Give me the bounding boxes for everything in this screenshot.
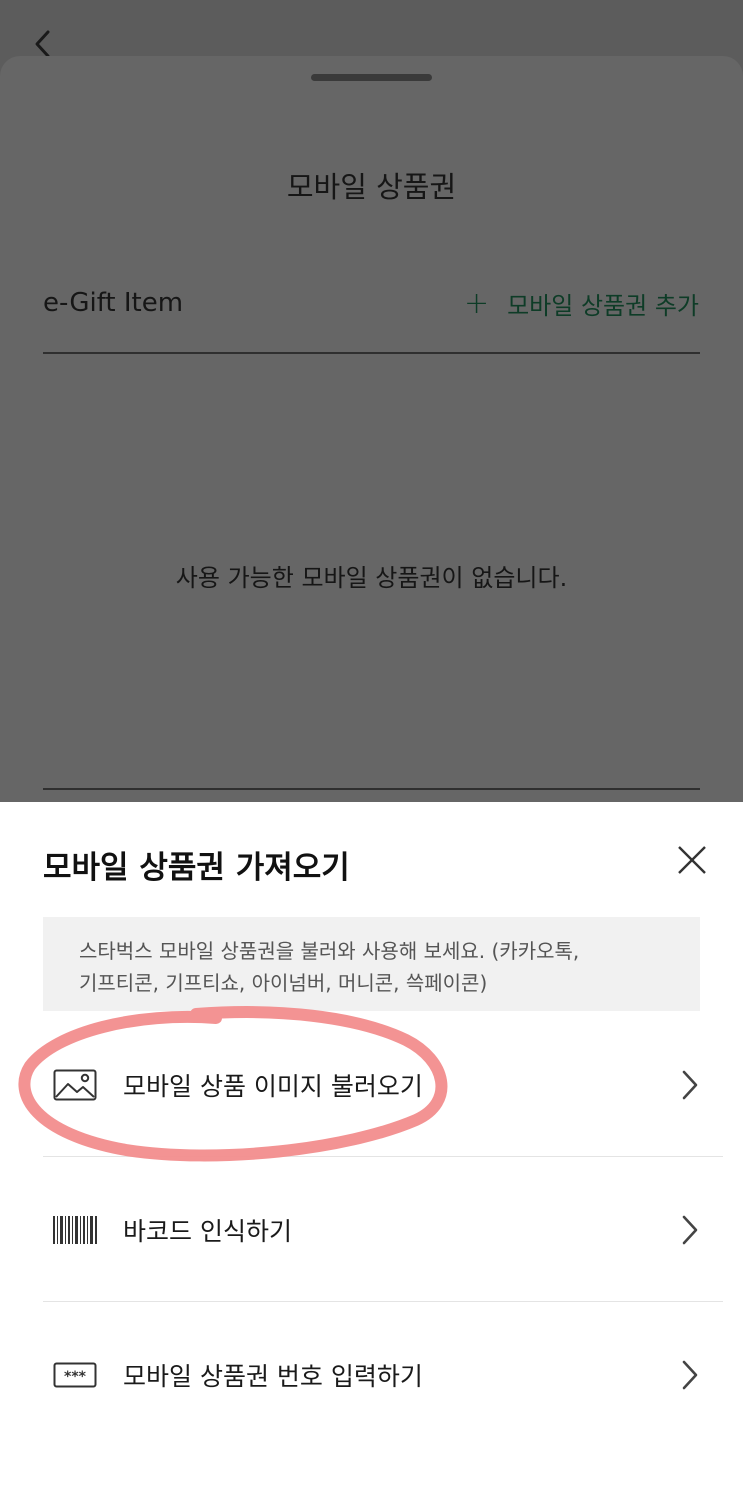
drag-handle[interactable] [311,74,432,81]
add-mobile-gift-button[interactable]: + 모바일 상품권 추가 [464,286,699,321]
add-mobile-gift-label: 모바일 상품권 추가 [507,292,699,320]
load-image-label: 모바일 상품 이미지 불러오기 [123,1071,423,1101]
empty-state-message: 사용 가능한 모바일 상품권이 없습니다. [175,564,568,592]
chevron-right-icon [682,1215,698,1244]
chevron-right-icon [682,1360,698,1389]
image-icon [50,1067,100,1103]
background-screen: 모바일 상품권 e-Gift Item + 모바일 상품권 추가 사용 가능한 … [0,0,743,816]
divider [43,352,700,354]
chevron-right-icon [682,1070,698,1099]
gift-card-sheet: 모바일 상품권 e-Gift Item + 모바일 상품권 추가 사용 가능한 … [0,56,743,816]
divider [43,788,700,790]
enter-code-option[interactable]: *** 모바일 상품권 번호 입력하기 [43,1302,723,1447]
info-notice: 스타벅스 모바일 상품권을 불러와 사용해 보세요. (카카오톡, 기프티콘, … [43,917,700,1011]
plus-icon: + [463,285,490,321]
scan-barcode-label: 바코드 인식하기 [123,1216,292,1246]
page-title: 모바일 상품권 [286,170,457,204]
barcode-icon [50,1212,100,1248]
close-icon[interactable] [674,842,710,878]
import-gift-bottom-sheet: 모바일 상품권 가져오기 스타벅스 모바일 상품권을 불러와 사용해 보세요. … [0,802,743,1501]
svg-text:***: *** [64,1369,87,1385]
password-code-icon: *** [50,1357,100,1393]
bottom-sheet-title: 모바일 상품권 가져오기 [43,850,350,886]
info-line: 기프티콘, 기프티쇼, 아이넘버, 머니콘, 쓱페이콘) [79,971,488,995]
load-image-option[interactable]: 모바일 상품 이미지 불러오기 [43,1012,723,1157]
scan-barcode-option[interactable]: 바코드 인식하기 [43,1157,723,1302]
enter-code-label: 모바일 상품권 번호 입력하기 [123,1361,423,1391]
egift-section-label: e-Gift Item [43,288,184,318]
info-line: 스타벅스 모바일 상품권을 불러와 사용해 보세요. (카카오톡, [79,939,580,963]
